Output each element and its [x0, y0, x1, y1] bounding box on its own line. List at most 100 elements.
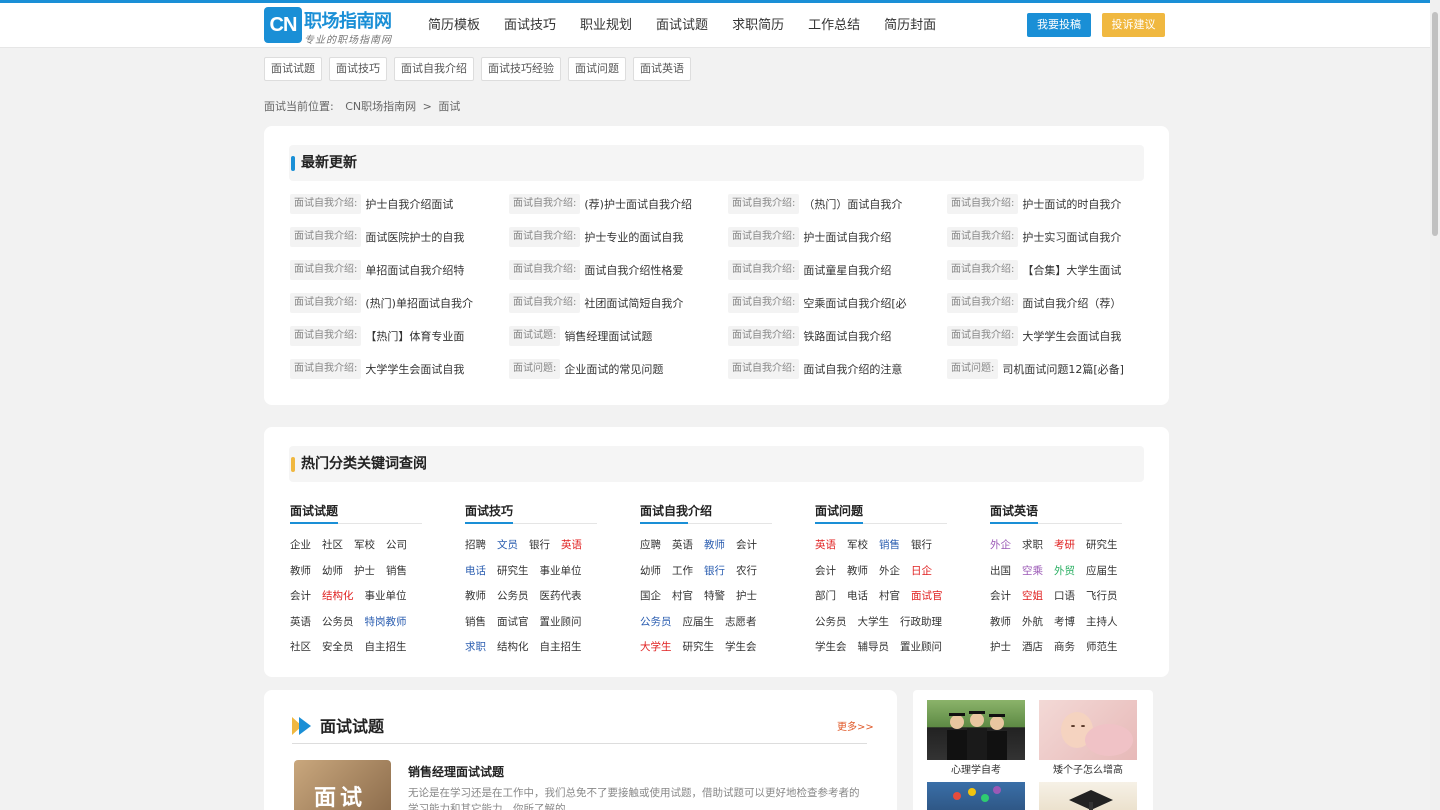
- keyword-link[interactable]: 销售: [465, 614, 486, 629]
- keyword-link[interactable]: 特警: [704, 588, 725, 603]
- keyword-link[interactable]: 空姐: [1022, 588, 1043, 603]
- latest-update-item[interactable]: 面试自我介绍: 面试自我介绍（荐）: [947, 292, 1166, 314]
- keyword-link[interactable]: 招聘: [465, 537, 486, 552]
- site-logo[interactable]: CN 职场指南网 专业的职场指南网: [264, 7, 414, 46]
- update-category-label[interactable]: 面试自我介绍:: [509, 194, 581, 214]
- keyword-column-heading[interactable]: 面试问题: [815, 502, 947, 524]
- update-category-label[interactable]: 面试自我介绍:: [947, 227, 1019, 247]
- picture-height-growth[interactable]: [1039, 700, 1137, 760]
- latest-update-item[interactable]: 面试自我介绍: 面试童星自我介绍: [728, 259, 947, 281]
- keyword-link[interactable]: 研究生: [497, 563, 529, 578]
- keyword-link[interactable]: 教师: [704, 537, 725, 552]
- update-category-label[interactable]: 面试自我介绍:: [728, 194, 800, 214]
- latest-update-item[interactable]: 面试问题: 司机面试问题12篇[必备]: [947, 358, 1166, 380]
- keyword-link[interactable]: 工作: [672, 563, 693, 578]
- tag-interview-tips[interactable]: 面试技巧: [329, 57, 387, 81]
- update-title-link[interactable]: 面试童星自我介绍: [803, 262, 891, 278]
- keyword-link[interactable]: 教师: [990, 614, 1011, 629]
- keyword-link[interactable]: 英语: [815, 537, 836, 552]
- update-title-link[interactable]: 面试自我介绍的注意: [803, 361, 902, 377]
- latest-update-item[interactable]: 面试自我介绍: (荐)护士面试自我介绍: [509, 193, 728, 215]
- keyword-link[interactable]: 外贸: [1054, 563, 1075, 578]
- keyword-link[interactable]: 教师: [465, 588, 486, 603]
- keyword-link[interactable]: 志愿者: [725, 614, 757, 629]
- update-category-label[interactable]: 面试自我介绍:: [728, 293, 800, 313]
- update-category-label[interactable]: 面试自我介绍:: [947, 194, 1019, 214]
- keyword-link[interactable]: 应届生: [683, 614, 715, 629]
- keyword-link[interactable]: 会计: [736, 537, 757, 552]
- keyword-link[interactable]: 公务员: [640, 614, 672, 629]
- keyword-link[interactable]: 教师: [847, 563, 868, 578]
- update-category-label[interactable]: 面试自我介绍:: [290, 260, 362, 280]
- update-title-link[interactable]: 护士自我介绍面试: [365, 196, 453, 212]
- keyword-link[interactable]: 空乘: [1022, 563, 1043, 578]
- nav-item-resume-cover[interactable]: 简历封面: [884, 3, 936, 48]
- latest-update-item[interactable]: 面试自我介绍: 空乘面试自我介绍[必: [728, 292, 947, 314]
- picture-caption-psychology[interactable]: 心理学自考: [927, 761, 1025, 776]
- keyword-link[interactable]: 电话: [847, 588, 868, 603]
- keyword-link[interactable]: 会计: [815, 563, 836, 578]
- latest-update-item[interactable]: 面试自我介绍: 面试自我介绍性格爱: [509, 259, 728, 281]
- update-category-label[interactable]: 面试问题:: [947, 359, 999, 379]
- keyword-link[interactable]: 面试官: [497, 614, 529, 629]
- latest-update-item[interactable]: 面试自我介绍: （热门）面试自我介: [728, 193, 947, 215]
- keyword-link[interactable]: 考博: [1054, 614, 1075, 629]
- keyword-column-heading[interactable]: 面试英语: [990, 502, 1122, 524]
- keyword-link[interactable]: 英语: [290, 614, 311, 629]
- keyword-link[interactable]: 护士: [736, 588, 757, 603]
- update-title-link[interactable]: （热门）面试自我介: [803, 196, 902, 212]
- keyword-link[interactable]: 外企: [990, 537, 1011, 552]
- update-category-label[interactable]: 面试自我介绍:: [509, 293, 581, 313]
- update-category-label[interactable]: 面试自我介绍:: [947, 293, 1019, 313]
- keyword-link[interactable]: 求职: [465, 639, 486, 654]
- update-category-label[interactable]: 面试自我介绍:: [290, 227, 362, 247]
- nav-item-career-planning[interactable]: 职业规划: [580, 3, 632, 48]
- latest-update-item[interactable]: 面试自我介绍: 护士面试自我介绍: [728, 226, 947, 248]
- update-title-link[interactable]: 护士面试的时自我介: [1022, 196, 1121, 212]
- latest-update-item[interactable]: 面试自我介绍: 面试医院护士的自我: [290, 226, 509, 248]
- keyword-link[interactable]: 学生会: [725, 639, 757, 654]
- more-link[interactable]: 更多>>: [837, 718, 874, 733]
- keyword-link[interactable]: 电话: [465, 563, 486, 578]
- breadcrumb-current[interactable]: 面试: [438, 100, 460, 113]
- keyword-link[interactable]: 外企: [879, 563, 900, 578]
- keyword-link[interactable]: 置业顾问: [900, 639, 942, 654]
- keyword-link[interactable]: 行政助理: [900, 614, 942, 629]
- latest-update-item[interactable]: 面试自我介绍: 单招面试自我介绍特: [290, 259, 509, 281]
- nav-item-resume-templates[interactable]: 简历模板: [428, 3, 480, 48]
- keyword-column-heading[interactable]: 面试试题: [290, 502, 422, 524]
- latest-update-item[interactable]: 面试自我介绍: 【热门】体育专业面: [290, 325, 509, 347]
- picture-third[interactable]: [927, 782, 1025, 810]
- update-title-link[interactable]: 面试医院护士的自我: [365, 229, 464, 245]
- keyword-link[interactable]: 事业单位: [365, 588, 407, 603]
- keyword-link[interactable]: 师范生: [1086, 639, 1118, 654]
- update-category-label[interactable]: 面试自我介绍:: [728, 227, 800, 247]
- keyword-link[interactable]: 社区: [290, 639, 311, 654]
- keyword-link[interactable]: 护士: [990, 639, 1011, 654]
- tag-interview-english[interactable]: 面试英语: [633, 57, 691, 81]
- keyword-link[interactable]: 大学生: [640, 639, 672, 654]
- update-category-label[interactable]: 面试自我介绍:: [290, 359, 362, 379]
- keyword-link[interactable]: 会计: [990, 588, 1011, 603]
- update-title-link[interactable]: 单招面试自我介绍特: [365, 262, 464, 278]
- latest-update-item[interactable]: 面试自我介绍: (热门)单招面试自我介: [290, 292, 509, 314]
- keyword-link[interactable]: 主持人: [1086, 614, 1118, 629]
- update-category-label[interactable]: 面试自我介绍:: [947, 326, 1019, 346]
- keyword-link[interactable]: 外航: [1022, 614, 1043, 629]
- update-category-label[interactable]: 面试自我介绍:: [290, 326, 362, 346]
- latest-update-item[interactable]: 面试试题: 销售经理面试试题: [509, 325, 728, 347]
- article-title-link[interactable]: 销售经理面试试题: [408, 763, 504, 780]
- scrollbar-thumb[interactable]: [1432, 12, 1438, 236]
- keyword-link[interactable]: 自主招生: [365, 639, 407, 654]
- nav-item-job-resume[interactable]: 求职简历: [732, 3, 784, 48]
- latest-update-item[interactable]: 面试自我介绍: 大学学生会面试自我: [290, 358, 509, 380]
- keyword-link[interactable]: 英语: [672, 537, 693, 552]
- keyword-link[interactable]: 结构化: [322, 588, 354, 603]
- update-category-label[interactable]: 面试自我介绍:: [509, 260, 581, 280]
- keyword-link[interactable]: 销售: [386, 563, 407, 578]
- keyword-link[interactable]: 银行: [704, 563, 725, 578]
- complaint-button[interactable]: 投诉建议: [1102, 13, 1165, 37]
- update-category-label[interactable]: 面试自我介绍:: [290, 293, 362, 313]
- keyword-link[interactable]: 出国: [990, 563, 1011, 578]
- keyword-link[interactable]: 社区: [322, 537, 343, 552]
